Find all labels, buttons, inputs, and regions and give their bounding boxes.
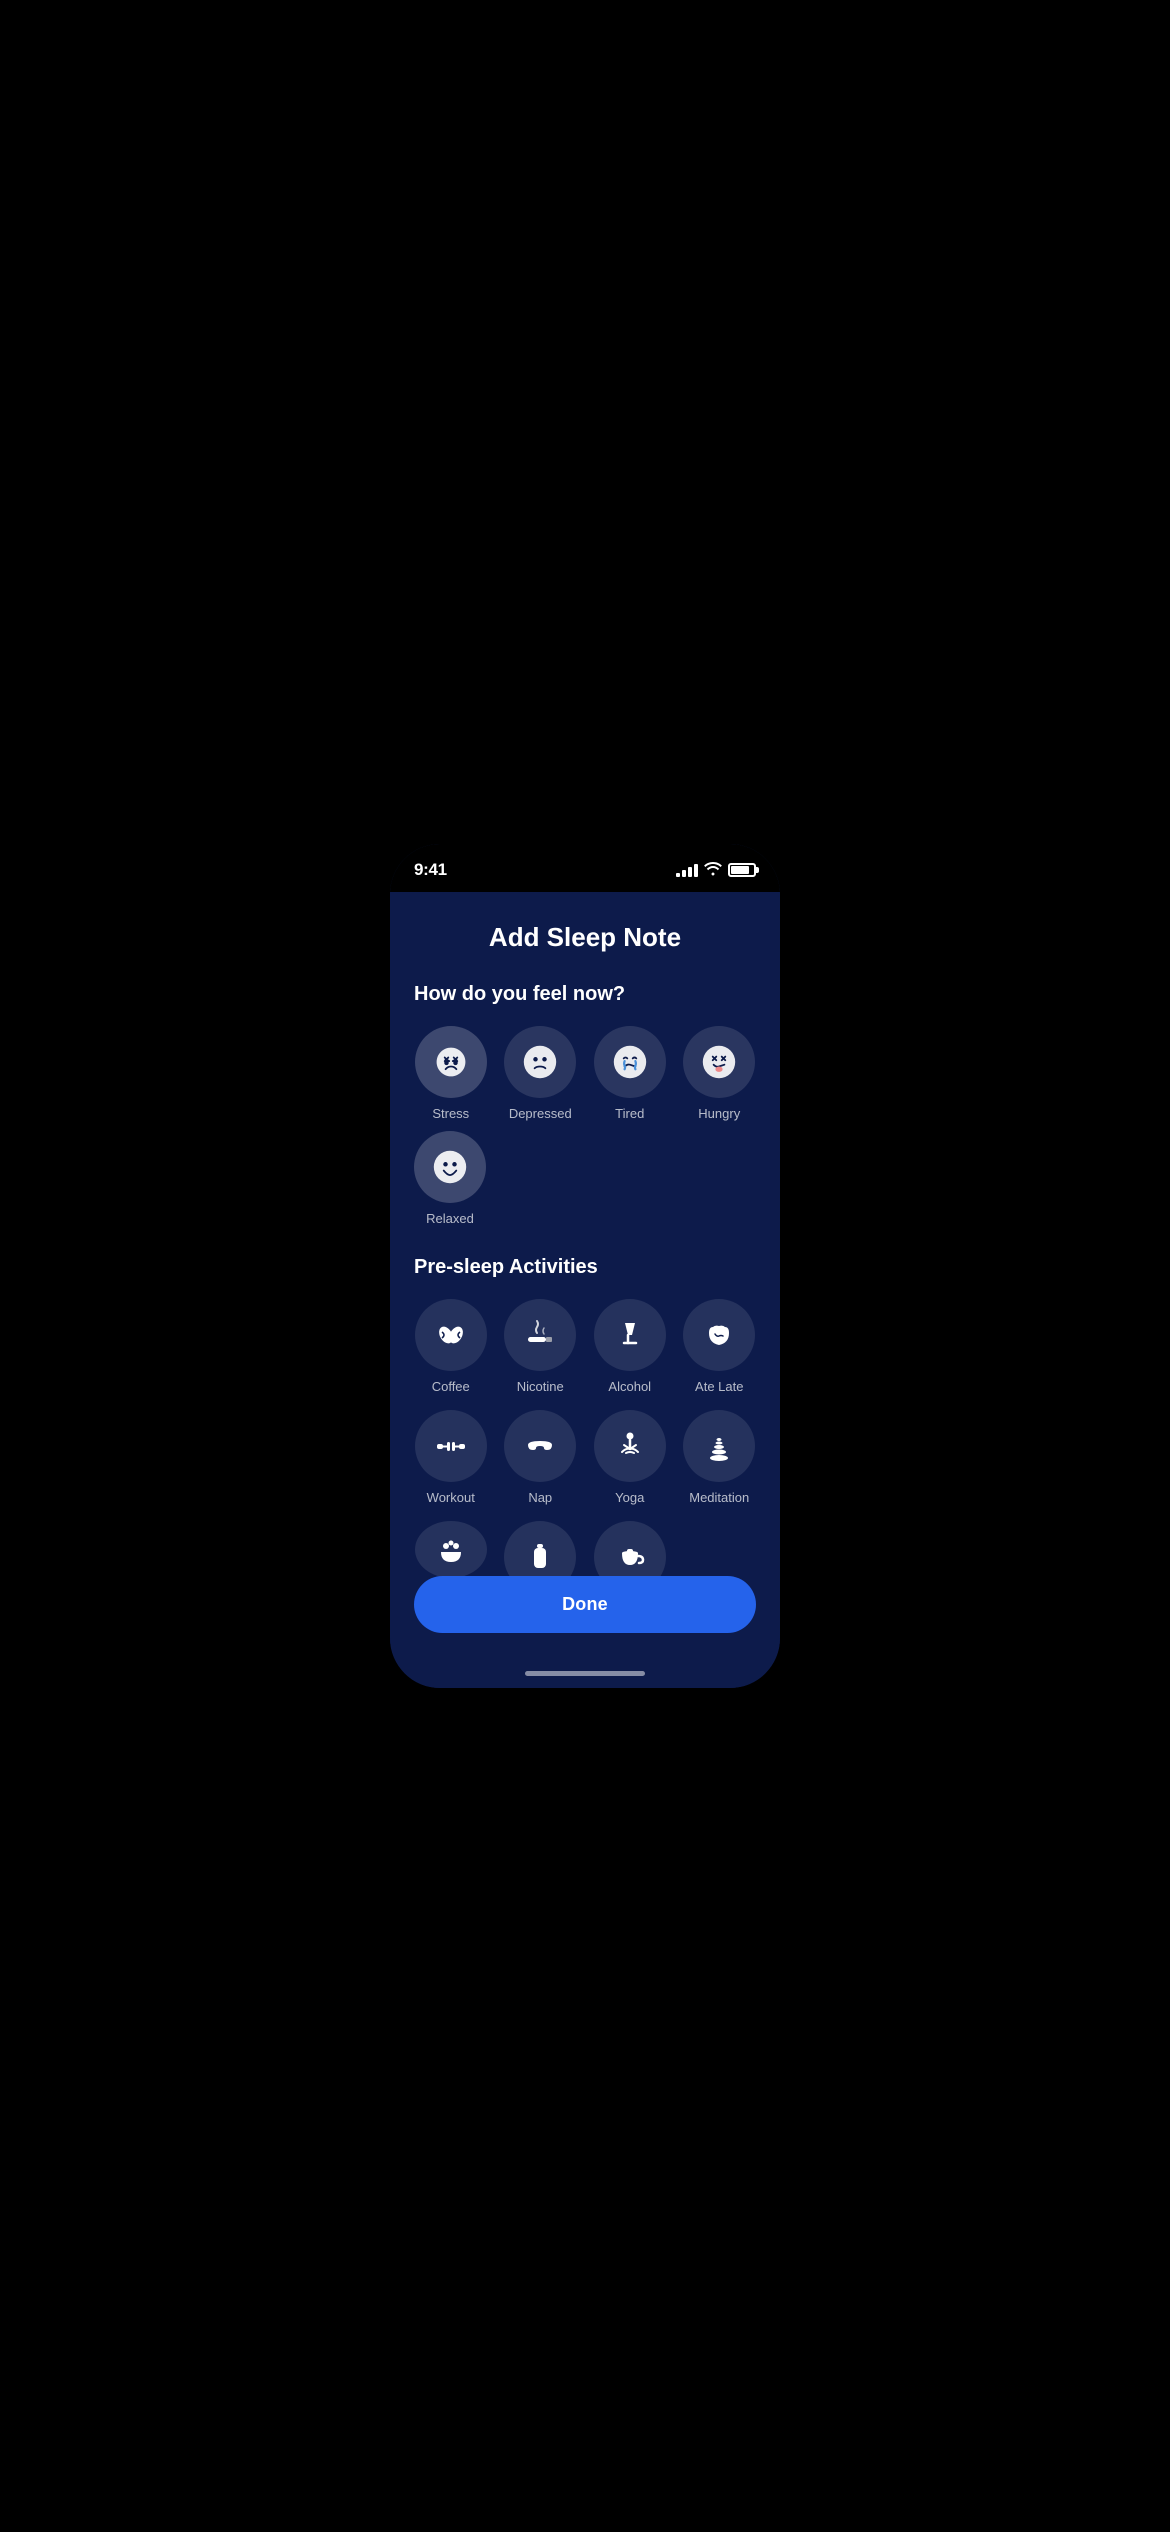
done-button[interactable]: Done [414, 1576, 756, 1633]
activity-item-coffee[interactable]: Coffee [414, 1299, 488, 1394]
activity-label-alcohol: Alcohol [608, 1379, 651, 1394]
activity-label-yoga: Yoga [615, 1490, 644, 1505]
mood-item-stress[interactable]: Stress [414, 1026, 488, 1121]
mood-circle-relaxed [414, 1131, 486, 1203]
mood-item-tired[interactable]: Tired [593, 1026, 667, 1121]
home-indicator [390, 1663, 780, 1688]
activity-circle-workout [415, 1410, 487, 1482]
activity-item-workout[interactable]: Workout [414, 1410, 488, 1505]
activity-label-nicotine: Nicotine [517, 1379, 564, 1394]
activity-circle-ate-late [683, 1299, 755, 1371]
activity-item-ate-late[interactable]: Ate Late [683, 1299, 757, 1394]
feelings-section-title: How do you feel now? [414, 983, 756, 1006]
activities-grid-row2: Workout Nap [414, 1410, 756, 1505]
signal-icon [676, 864, 698, 877]
home-bar [525, 1671, 645, 1676]
page-title: Add Sleep Note [414, 922, 756, 953]
done-button-wrapper: Done [414, 1576, 756, 1633]
activity-item-meditation[interactable]: Meditation [683, 1410, 757, 1505]
main-content: Add Sleep Note How do you feel now? [390, 892, 780, 1663]
activity-label-nap: Nap [528, 1490, 552, 1505]
battery-icon [728, 863, 756, 877]
mood-label-depressed: Depressed [509, 1106, 572, 1121]
activity-item-alcohol[interactable]: Alcohol [593, 1299, 667, 1394]
mood-label-tired: Tired [615, 1106, 644, 1121]
status-icons [676, 862, 756, 879]
wifi-icon [704, 862, 722, 879]
mood-circle-depressed [504, 1026, 576, 1098]
activity-circle-nap [504, 1410, 576, 1482]
activity-item-nicotine[interactable]: Nicotine [504, 1299, 578, 1394]
activity-circle-meditation [683, 1410, 755, 1482]
mood-grid: Stress Depressed [414, 1026, 756, 1121]
activity-circle-bath [415, 1521, 487, 1578]
activity-circle-nicotine [504, 1299, 576, 1371]
activity-circle-yoga [594, 1410, 666, 1482]
activity-label-workout: Workout [427, 1490, 475, 1505]
activity-item-nap[interactable]: Nap [504, 1410, 578, 1505]
activity-label-ate-late: Ate Late [695, 1379, 743, 1394]
activity-circle-alcohol [594, 1299, 666, 1371]
status-bar: 9:41 [390, 844, 780, 892]
activity-label-meditation: Meditation [689, 1490, 749, 1505]
activities-grid-row1: Coffee Nicotine [414, 1299, 756, 1394]
activity-label-coffee: Coffee [432, 1379, 470, 1394]
activity-circle-coffee [415, 1299, 487, 1371]
mood-item-relaxed[interactable]: Relaxed [414, 1131, 486, 1226]
mood-grid-row2: Relaxed [414, 1131, 756, 1226]
mood-circle-stress [415, 1026, 487, 1098]
mood-label-relaxed: Relaxed [426, 1211, 474, 1226]
mood-item-depressed[interactable]: Depressed [504, 1026, 578, 1121]
mood-circle-hungry [683, 1026, 755, 1098]
mood-circle-tired [594, 1026, 666, 1098]
mood-label-stress: Stress [432, 1106, 469, 1121]
activities-section-title: Pre-sleep Activities [414, 1256, 756, 1279]
mood-label-hungry: Hungry [698, 1106, 740, 1121]
activity-item-yoga[interactable]: Yoga [593, 1410, 667, 1505]
status-time: 9:41 [414, 860, 447, 880]
activities-section: Pre-sleep Activities Coffee [414, 1256, 756, 1601]
mood-item-hungry[interactable]: Hungry [683, 1026, 757, 1121]
